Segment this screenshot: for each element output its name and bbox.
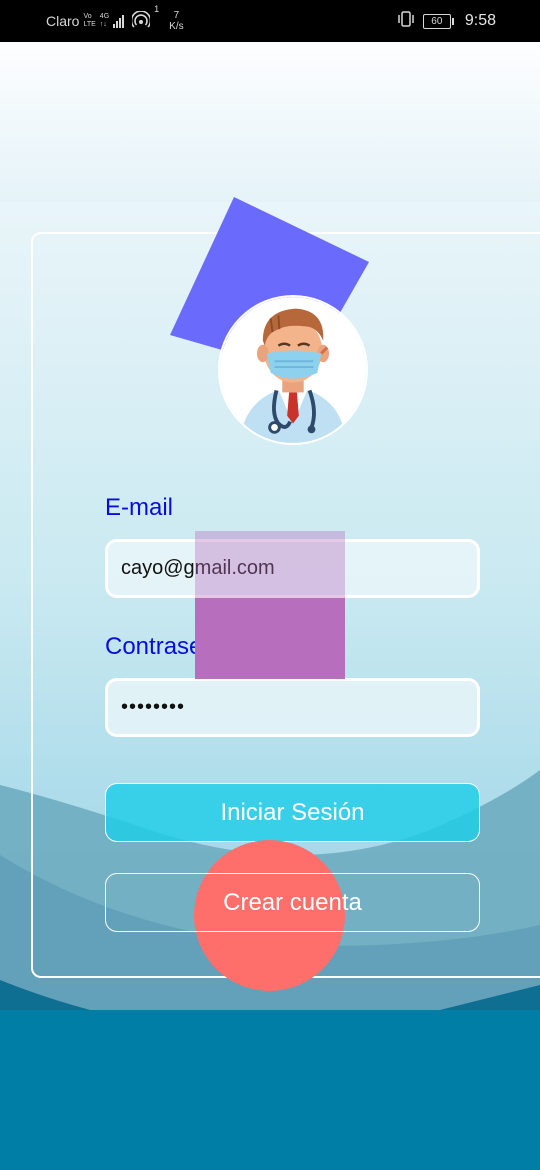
login-button[interactable]: Iniciar Sesión (105, 783, 480, 842)
doctor-avatar-icon (218, 295, 368, 445)
decor-rectangle-overlay (195, 531, 345, 679)
bottom-band (0, 1010, 540, 1170)
password-field[interactable]: •••••••• (105, 678, 480, 737)
create-account-button[interactable]: Crear cuenta (105, 873, 480, 932)
email-label: E-mail (105, 494, 174, 521)
